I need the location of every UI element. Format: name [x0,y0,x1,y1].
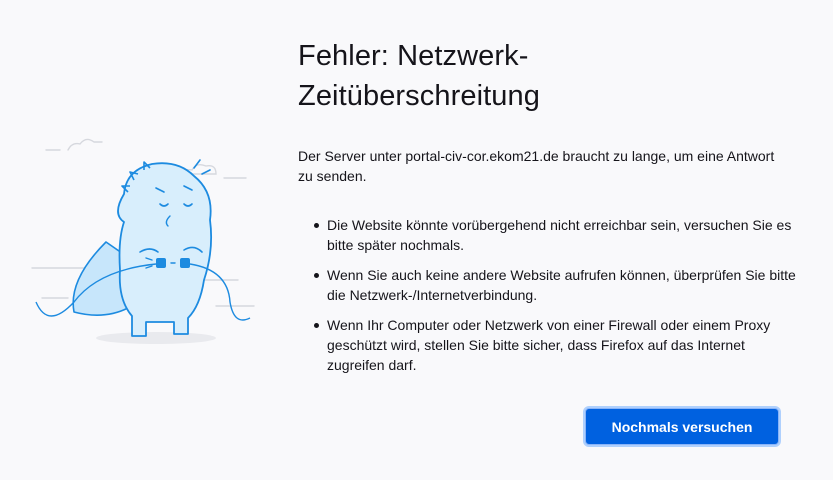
error-reasons-list: Die Website könnte vorübergehend nicht e… [298,215,797,375]
unplugged-dino-illustration [28,130,258,355]
error-title: Fehler: Netzwerk- Zeitüberschreitung [298,36,798,116]
error-page: Fehler: Netzwerk- Zeitüberschreitung Der… [0,0,833,480]
retry-button[interactable]: Nochmals versuchen [585,408,779,445]
error-title-line-2: Zeitüberschreitung [298,80,540,112]
reason-item: Wenn Sie auch keine andere Website aufru… [314,267,796,303]
error-title-line-1: Fehler: Netzwerk- [298,40,529,72]
reason-item: Wenn Ihr Computer oder Netzwerk von eine… [314,315,797,375]
error-content: Fehler: Netzwerk- Zeitüberschreitung Der… [298,36,798,385]
error-description: Der Server unter portal-civ-cor.ekom21.d… [298,148,775,184]
reason-item: Die Website könnte vorübergehend nicht e… [314,215,797,255]
